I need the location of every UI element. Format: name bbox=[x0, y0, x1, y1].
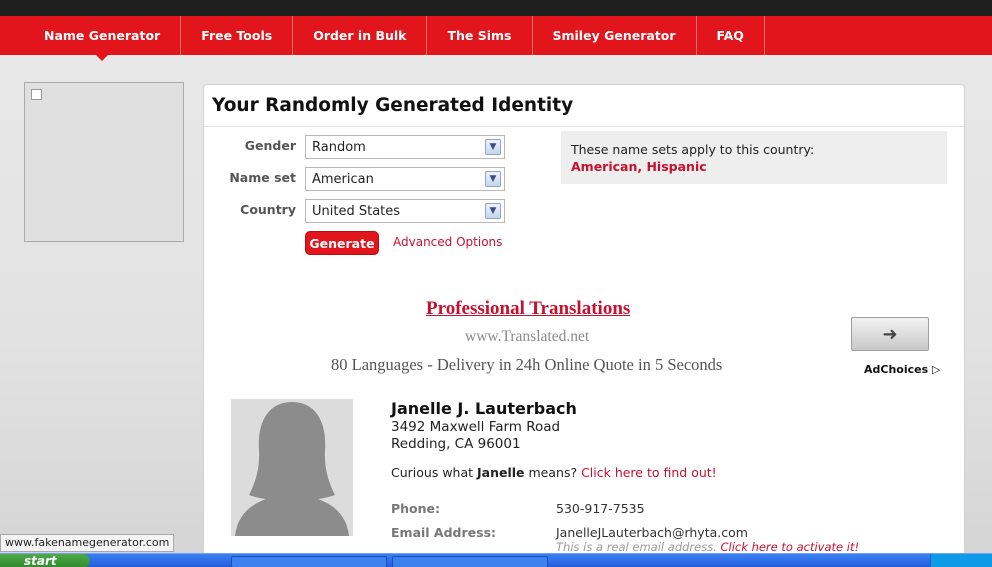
country-select[interactable]: United States ▼ bbox=[305, 199, 505, 223]
country-label: Country bbox=[240, 202, 296, 217]
curious-mid: means? bbox=[524, 465, 582, 480]
status-bar-url: www.fakenamegenerator.com bbox=[0, 534, 175, 552]
nameset-select-value: American bbox=[312, 172, 374, 187]
activate-email-link[interactable]: Click here to activate it! bbox=[721, 540, 860, 554]
nameset-label: Name set bbox=[229, 170, 296, 185]
country-select-value: United States bbox=[312, 204, 401, 219]
nameset-info-box: These name sets apply to this country: A… bbox=[561, 131, 947, 184]
phone-value: 530-917-7535 bbox=[556, 501, 645, 516]
ad-description: 80 Languages - Delivery in 24h Online Qu… bbox=[331, 355, 723, 374]
chevron-down-icon[interactable]: ▼ bbox=[485, 203, 501, 219]
name-meaning-line: Curious what Janelle means? Click here t… bbox=[391, 465, 717, 480]
silhouette-icon bbox=[231, 399, 353, 536]
gender-select[interactable]: Random ▼ bbox=[305, 135, 505, 159]
main-nav: Name Generator Free Tools Order in Bulk … bbox=[0, 16, 992, 61]
identity-panel: Your Randomly Generated Identity Gender … bbox=[203, 84, 965, 567]
adchoices-link[interactable]: AdChoices ▷ bbox=[864, 363, 940, 376]
ad-go-button[interactable]: ➜ bbox=[851, 317, 929, 351]
ad-title-link[interactable]: Professional Translations bbox=[426, 298, 630, 320]
nameset-info-text: These name sets apply to this country: bbox=[571, 142, 815, 157]
avatar bbox=[231, 399, 353, 536]
email-note-text: This is a real email address. bbox=[556, 540, 721, 554]
nameset-countries[interactable]: American, Hispanic bbox=[571, 159, 937, 174]
taskbar-window-button[interactable] bbox=[392, 556, 548, 567]
identity-name: Janelle J. Lauterbach bbox=[391, 399, 577, 418]
title-divider bbox=[204, 126, 964, 127]
windows-taskbar: start bbox=[0, 553, 992, 567]
generate-button[interactable]: Generate bbox=[305, 231, 379, 255]
email-label: Email Address: bbox=[391, 525, 497, 540]
side-ad-placeholder[interactable] bbox=[24, 82, 184, 242]
chevron-down-icon[interactable]: ▼ bbox=[485, 171, 501, 187]
browser-top-bar bbox=[0, 0, 992, 16]
nav-order-in-bulk[interactable]: Order in Bulk bbox=[293, 16, 428, 55]
page-title: Your Randomly Generated Identity bbox=[212, 95, 574, 116]
nav-name-generator[interactable]: Name Generator bbox=[24, 16, 182, 61]
ad-url[interactable]: www.Translated.net bbox=[465, 328, 589, 346]
broken-image-icon bbox=[31, 89, 42, 100]
advanced-options-link[interactable]: Advanced Options bbox=[393, 235, 502, 249]
taskbar-window-button[interactable] bbox=[231, 556, 387, 567]
address-line-2: Redding, CA 96001 bbox=[391, 436, 521, 452]
system-tray bbox=[930, 554, 992, 567]
nameset-select[interactable]: American ▼ bbox=[305, 167, 505, 191]
address-line-1: 3492 Maxwell Farm Road bbox=[391, 419, 561, 435]
email-value: JanelleJLauterbach@rhyta.com bbox=[556, 525, 748, 540]
nav-smiley-generator[interactable]: Smiley Generator bbox=[533, 16, 697, 55]
nav-faq[interactable]: FAQ bbox=[697, 16, 765, 55]
right-arrow-icon: ➜ bbox=[882, 323, 898, 345]
gender-label: Gender bbox=[244, 138, 296, 153]
email-note: This is a real email address. Click here… bbox=[556, 540, 859, 554]
nav-the-sims[interactable]: The Sims bbox=[427, 16, 533, 55]
chevron-down-icon[interactable]: ▼ bbox=[485, 139, 501, 155]
name-meaning-link[interactable]: Click here to find out! bbox=[581, 465, 717, 480]
curious-name: Janelle bbox=[477, 465, 525, 480]
gender-select-value: Random bbox=[312, 140, 366, 155]
start-button[interactable]: start bbox=[0, 554, 90, 567]
phone-label: Phone: bbox=[391, 501, 441, 516]
nav-free-tools[interactable]: Free Tools bbox=[181, 16, 294, 55]
curious-prefix: Curious what bbox=[391, 465, 477, 480]
